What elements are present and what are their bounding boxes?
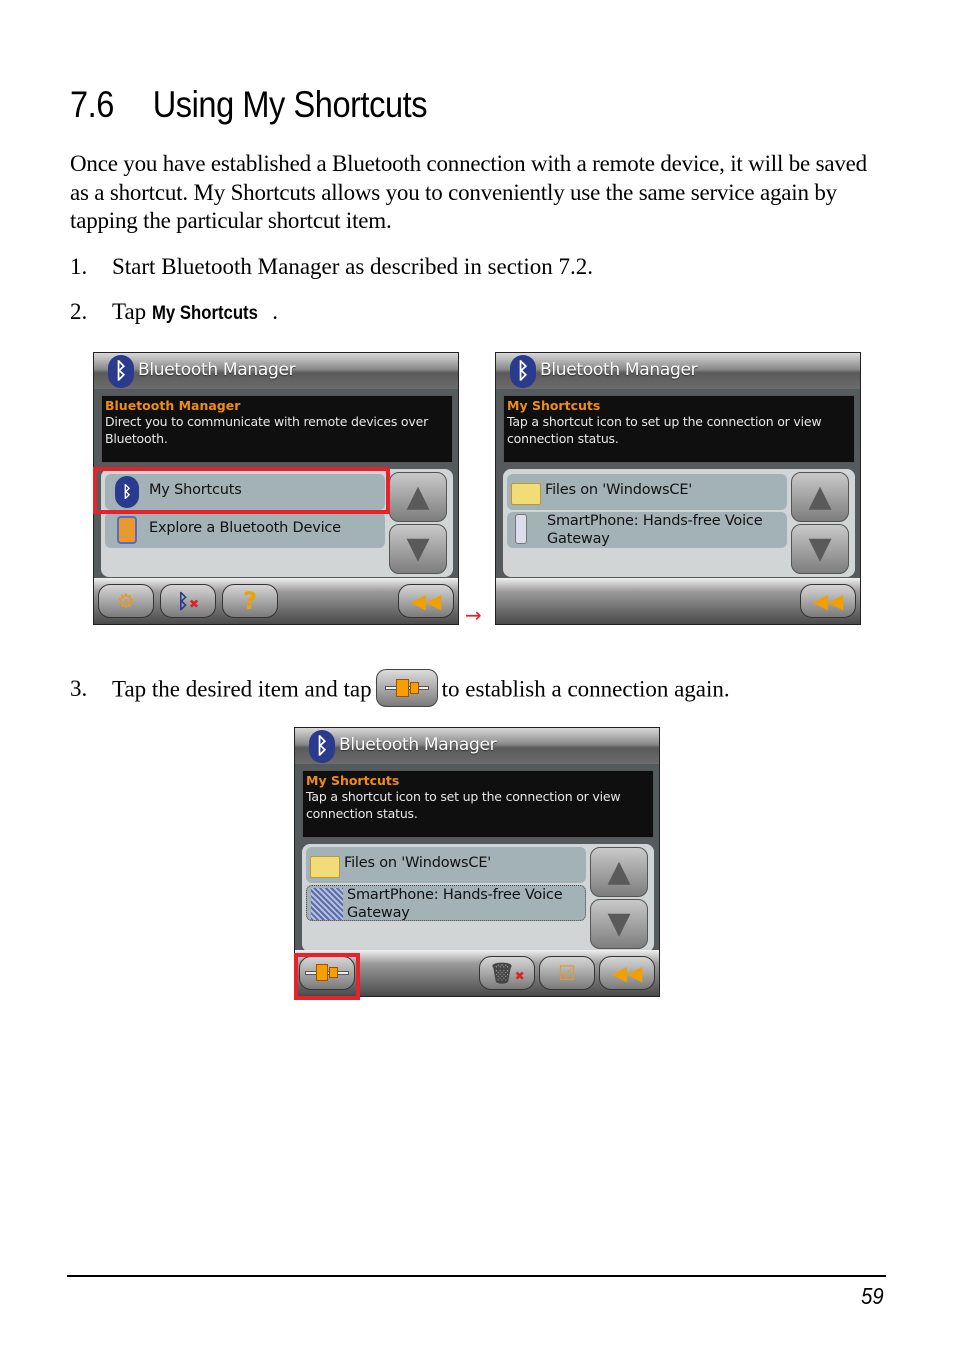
back-button[interactable]: ◀◀ (599, 956, 655, 990)
next-arrow-icon: → (465, 603, 482, 627)
properties-icon: ☑ (558, 961, 576, 985)
item-label: SmartPhone: Hands-free Voice Gateway (547, 513, 763, 547)
highlight-box (93, 467, 390, 514)
step-text: Tap (112, 299, 152, 324)
exit-button[interactable]: ◀◀ (398, 584, 454, 618)
step-1: 1. Start Bluetooth Manager as described i… (70, 254, 593, 280)
delete-icon: 🗑✖ (489, 961, 525, 985)
back-icon: ◀◀ (611, 961, 643, 985)
step-text: Tap the desired item and tap (112, 676, 372, 702)
scroll-down-button[interactable]: ▼ (389, 524, 447, 574)
step-number: 3. (70, 676, 88, 702)
shortcut-list: Files on 'WindowsCE' SmartPhone: Hands-f… (302, 844, 654, 952)
folder-icon (511, 476, 543, 508)
info-text: Direct you to communicate with remote de… (105, 414, 429, 446)
down-arrow-icon: ▼ (607, 906, 631, 941)
item-label: SmartPhone: Hands-free Voice Gateway (347, 887, 563, 921)
highlight-box (294, 953, 360, 1000)
info-panel: My Shortcuts Tap a shortcut icon to set … (302, 770, 654, 838)
down-arrow-icon: ▼ (406, 531, 430, 566)
footer-rule (67, 1275, 886, 1277)
connect-icon (375, 669, 438, 707)
toolbar: ◀◀ (496, 578, 860, 624)
bluetooth-icon: ᛒ (510, 355, 536, 388)
section-heading: 7.6 Using My Shortcuts (70, 84, 428, 126)
help-button[interactable]: ? (222, 584, 278, 618)
app-title: Bluetooth Manager (339, 735, 497, 755)
intro-paragraph: Once you have established a Bluetooth co… (70, 151, 867, 233)
toolbar: ⚙ ᛒ✖ ? ◀◀ (94, 578, 458, 624)
properties-button[interactable]: ☑ (539, 956, 595, 990)
bluetooth-off-icon: ᛒ✖ (176, 589, 200, 613)
step-2: 2. Tap My Shortcuts. (70, 299, 278, 325)
bluetooth-off-button[interactable]: ᛒ✖ (160, 584, 216, 618)
scroll-down-button[interactable]: ▼ (791, 524, 849, 574)
help-icon: ? (243, 587, 257, 615)
info-title: Bluetooth Manager (105, 398, 241, 413)
explore-device-icon (109, 514, 141, 546)
back-icon: ◀◀ (812, 589, 844, 613)
bluetooth-icon: ᛒ (108, 355, 134, 388)
app-title: Bluetooth Manager (540, 360, 698, 380)
delete-button[interactable]: 🗑✖ (479, 956, 535, 990)
info-title: My Shortcuts (507, 398, 601, 413)
up-arrow-icon: ▲ (808, 479, 832, 514)
exit-icon: ◀◀ (410, 589, 442, 613)
settings-icon: ⚙ (117, 589, 135, 613)
step-number: 2. (70, 299, 88, 324)
step-punct: . (272, 299, 279, 324)
app-title: Bluetooth Manager (138, 360, 296, 380)
section-number: 7.6 (70, 84, 114, 125)
scroll-up-button[interactable]: ▲ (791, 472, 849, 522)
step-3: 3. Tap the desired item and tap to establi… (70, 669, 730, 710)
scroll-up-button[interactable]: ▲ (590, 847, 648, 897)
info-title: My Shortcuts (306, 773, 400, 788)
item-label: Files on 'WindowsCE' (344, 855, 492, 871)
step-text: to establish a connection again. (441, 676, 730, 702)
list-item-files-windowsce[interactable]: Files on 'WindowsCE' (507, 474, 787, 510)
list-item-explore-device[interactable]: Explore a Bluetooth Device (105, 512, 385, 548)
back-button[interactable]: ◀◀ (800, 584, 856, 618)
title-bar: ᛒ Bluetooth Manager (496, 353, 860, 389)
list-item-smartphone[interactable]: SmartPhone: Hands-free Voice Gateway (507, 512, 787, 548)
info-panel: Bluetooth Manager Direct you to communic… (101, 395, 453, 463)
step-number: 1. (70, 254, 88, 279)
scroll-down-button[interactable]: ▼ (590, 899, 648, 949)
phone-headset-icon (511, 514, 543, 546)
phone-headset-icon (311, 888, 343, 920)
shortcut-list: Files on 'WindowsCE' SmartPhone: Hands-f… (503, 469, 855, 577)
title-bar: ᛒ Bluetooth Manager (295, 728, 659, 764)
list-item-files-windowsce[interactable]: Files on 'WindowsCE' (306, 847, 586, 883)
step-text: Start Bluetooth Manager as described in … (112, 254, 593, 279)
up-arrow-icon: ▲ (607, 854, 631, 889)
screenshot-my-shortcuts: ᛒ Bluetooth Manager My Shortcuts Tap a s… (495, 352, 861, 625)
title-bar: ᛒ Bluetooth Manager (94, 353, 458, 389)
item-label: Explore a Bluetooth Device (149, 520, 341, 536)
settings-button[interactable]: ⚙ (98, 584, 154, 618)
info-text: Tap a shortcut icon to set up the connec… (507, 414, 822, 446)
scroll-up-button[interactable]: ▲ (389, 472, 447, 522)
bluetooth-icon: ᛒ (309, 730, 335, 763)
ui-term: My Shortcuts (151, 303, 258, 324)
section-title: Using My Shortcuts (152, 84, 428, 125)
list-item-smartphone-selected[interactable]: SmartPhone: Hands-free Voice Gateway (306, 885, 586, 921)
info-text: Tap a shortcut icon to set up the connec… (306, 789, 621, 821)
page-number: 59 (861, 1283, 884, 1309)
down-arrow-icon: ▼ (808, 531, 832, 566)
info-panel: My Shortcuts Tap a shortcut icon to set … (503, 395, 855, 463)
item-label: Files on 'WindowsCE' (545, 482, 693, 498)
folder-icon (310, 849, 342, 881)
up-arrow-icon: ▲ (406, 479, 430, 514)
